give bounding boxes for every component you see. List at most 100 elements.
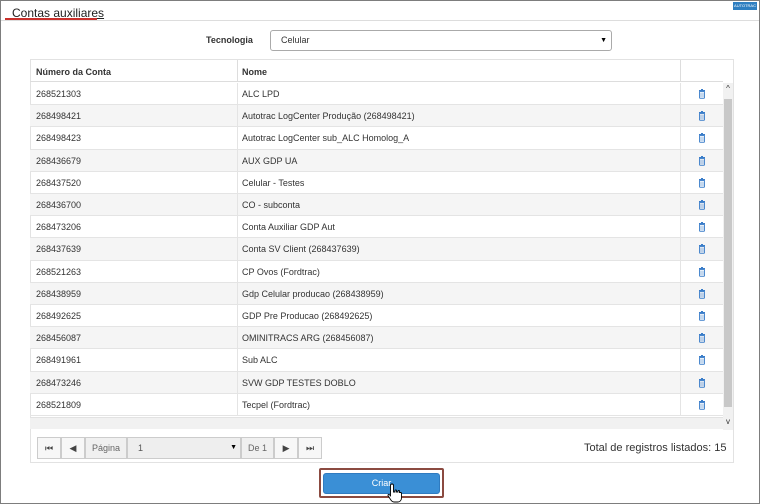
- account-name-cell: CO - subconta: [242, 200, 301, 210]
- first-page-button[interactable]: ⏮: [37, 437, 61, 459]
- account-name-cell: ALC LPD: [242, 89, 280, 99]
- column-divider: [237, 171, 238, 193]
- trash-icon[interactable]: [696, 354, 708, 366]
- column-header-name[interactable]: Nome: [242, 67, 267, 77]
- page-select[interactable]: 1 ▼: [127, 437, 242, 459]
- account-name-cell: GDP Pre Producao (268492625): [242, 311, 373, 321]
- scroll-thumb[interactable]: [724, 99, 732, 407]
- trash-icon[interactable]: [696, 199, 708, 211]
- account-number-cell: 268436679: [36, 155, 82, 166]
- table-body: 268521303 ALC LPD 268498421 Autotrac LogCen…: [30, 83, 723, 416]
- account-name-cell: Tecpel (Fordtrac): [242, 399, 311, 410]
- table-row[interactable]: 268436700 CO - subconta: [30, 194, 723, 217]
- caret-down-icon: ▼: [600, 37, 607, 44]
- last-page-button[interactable]: ⏭: [298, 437, 323, 459]
- account-name-cell: CP Ovos (Fordtrac): [242, 266, 320, 277]
- next-page-icon: ▶: [282, 443, 290, 453]
- account-number-cell: 268521809: [36, 399, 82, 410]
- column-divider: [680, 127, 681, 149]
- table-row[interactable]: 268498423 Autotrac LogCenter sub_ALC Homo…: [30, 127, 723, 150]
- pagination: ⏮ ◀ Página 1 ▼ De 1 ▶ ⏭: [37, 437, 323, 459]
- trash-icon[interactable]: [696, 110, 708, 122]
- technology-select[interactable]: Celular ▼: [270, 30, 612, 51]
- hand-cursor-icon: [387, 483, 402, 503]
- column-divider: [237, 60, 238, 82]
- column-divider: [680, 149, 681, 171]
- table-row[interactable]: 268456087 OMINITRACS ARG (268456087): [30, 327, 723, 350]
- account-number-cell: 268498421: [36, 111, 82, 122]
- account-number-cell: 268498423: [36, 133, 82, 144]
- page-label: Página: [85, 437, 128, 459]
- column-divider: [680, 238, 681, 260]
- column-divider: [237, 349, 238, 371]
- table-row[interactable]: 268473206 Conta Auxiliar GDP Aut: [30, 216, 723, 239]
- account-name-cell: Gdp Celular producao (268438959): [242, 288, 384, 299]
- table-row[interactable]: 268491961 Sub ALC: [30, 349, 723, 372]
- column-divider: [680, 216, 681, 238]
- prev-page-button[interactable]: ◀: [61, 437, 85, 459]
- create-button[interactable]: Criar: [323, 473, 440, 494]
- account-name-cell: SVW GDP TESTES DOBLO: [242, 377, 356, 388]
- trash-icon[interactable]: [696, 88, 708, 100]
- vertical-scrollbar[interactable]: ^ v: [723, 83, 733, 430]
- page-select-value: 1: [138, 443, 144, 453]
- column-divider: [680, 327, 681, 349]
- table-row[interactable]: 268521303 ALC LPD: [30, 83, 723, 106]
- table-row[interactable]: 268521263 CP Ovos (Fordtrac): [30, 260, 723, 283]
- table-row[interactable]: 268492625 GDP Pre Producao (268492625): [30, 305, 723, 328]
- trash-icon[interactable]: [696, 399, 708, 411]
- trash-icon[interactable]: [696, 243, 708, 255]
- scroll-down-icon[interactable]: v: [723, 416, 733, 428]
- table-row[interactable]: 268438959 Gdp Celular producao (268438959…: [30, 282, 723, 305]
- account-name-cell: AUX GDP UA: [242, 155, 298, 166]
- header-divider: [1, 20, 759, 21]
- horizontal-scrollbar[interactable]: [30, 417, 723, 429]
- table-row[interactable]: 268436679 AUX GDP UA: [30, 149, 723, 172]
- table-row[interactable]: 268437639 Conta SV Client (268437639): [30, 238, 723, 261]
- column-divider: [680, 171, 681, 193]
- table-row[interactable]: 268437520 Celular - Testes: [30, 171, 723, 194]
- trash-icon[interactable]: [696, 266, 708, 278]
- column-divider: [237, 393, 238, 415]
- table-row[interactable]: 268498421 Autotrac LogCenter Produção (26…: [30, 105, 723, 128]
- column-divider: [237, 327, 238, 349]
- column-divider: [680, 105, 681, 127]
- account-name-cell: Sub ALC: [242, 355, 278, 366]
- window-frame: Contas auxiliares AUTOTRAC Tecnologia Ce…: [0, 0, 760, 504]
- account-name-cell: Conta SV Client (268437639): [242, 244, 360, 255]
- column-divider: [680, 260, 681, 282]
- trash-icon[interactable]: [696, 288, 708, 300]
- trash-icon[interactable]: [696, 377, 708, 389]
- last-page-icon: ⏭: [305, 443, 315, 453]
- account-name-cell: Autotrac LogCenter Produção (268498421): [242, 111, 415, 122]
- account-name-cell: Celular - Testes: [242, 177, 305, 188]
- table-row[interactable]: 268521809 Tecpel (Fordtrac): [30, 393, 723, 416]
- brand-logo: AUTOTRAC: [733, 2, 757, 10]
- trash-icon[interactable]: [696, 332, 708, 344]
- trash-icon[interactable]: [696, 177, 708, 189]
- table-row[interactable]: 268473246 SVW GDP TESTES DOBLO: [30, 371, 723, 394]
- column-divider: [237, 371, 238, 393]
- column-header-account-number[interactable]: Número da Conta: [36, 67, 111, 77]
- column-divider: [237, 216, 238, 238]
- scroll-up-icon[interactable]: ^: [723, 83, 733, 95]
- trash-icon[interactable]: [696, 132, 708, 144]
- account-number-cell: 268473246: [36, 377, 82, 388]
- account-number-cell: 268437639: [36, 244, 82, 255]
- prev-page-icon: ◀: [69, 443, 77, 453]
- technology-select-value: Celular: [281, 35, 310, 45]
- column-divider: [237, 238, 238, 260]
- caret-down-icon: ▼: [230, 444, 238, 451]
- trash-icon[interactable]: [696, 310, 708, 322]
- trash-icon[interactable]: [696, 155, 708, 167]
- trash-icon[interactable]: [696, 221, 708, 233]
- column-divider: [680, 349, 681, 371]
- account-number-cell: 268456087: [36, 333, 82, 344]
- account-name-cell: Autotrac LogCenter sub_ALC Homolog_A: [242, 133, 410, 144]
- next-page-button[interactable]: ▶: [274, 437, 299, 459]
- column-divider: [680, 60, 681, 82]
- account-number-cell: 268492625: [36, 311, 82, 321]
- column-divider: [680, 194, 681, 216]
- table-header: Número da Conta Nome: [30, 60, 723, 82]
- account-number-cell: 268436700: [36, 200, 82, 210]
